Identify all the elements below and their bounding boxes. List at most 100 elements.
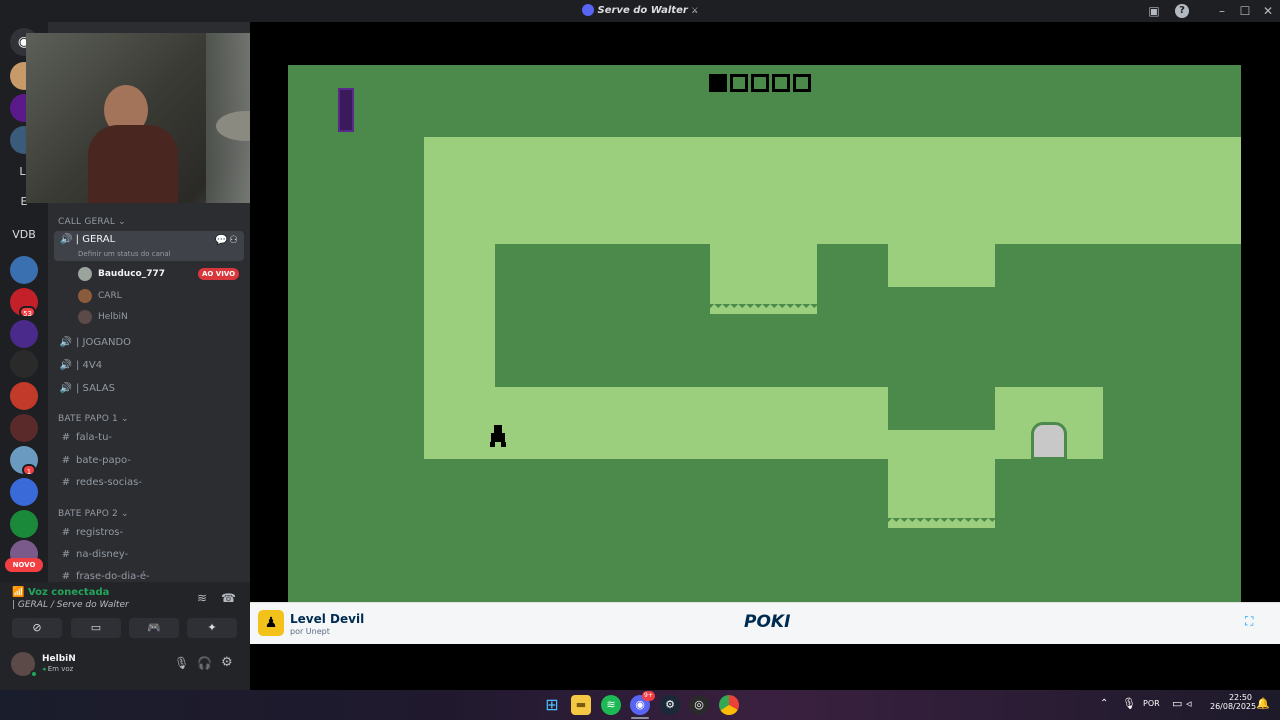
hash-icon: # xyxy=(61,432,71,443)
chat-icon[interactable]: 💬 xyxy=(215,235,227,246)
chevron-down-icon: ⌄ xyxy=(121,414,129,424)
soundboard-icon: ✦ xyxy=(207,621,217,634)
level-wall xyxy=(424,244,495,459)
screen-share-button[interactable]: ▭ xyxy=(71,618,121,638)
voice-channel-salas[interactable]: 🔊 | SALAS xyxy=(58,379,242,399)
soundwave-icon[interactable]: ≋ xyxy=(197,591,207,605)
poki-logo[interactable]: POKI xyxy=(744,612,790,632)
inbox-icon[interactable]: ▣ xyxy=(1146,3,1162,19)
server-icon[interactable]: 53 xyxy=(10,288,38,318)
server-icon[interactable]: 1 xyxy=(10,446,38,476)
voice-user[interactable]: Bauduco_777 xyxy=(78,264,165,284)
gamepad-icon: 🎮 xyxy=(147,621,161,634)
close-button[interactable]: ✕ xyxy=(1260,3,1276,19)
network-icon[interactable]: ▭ xyxy=(1172,697,1182,710)
text-channel[interactable]: # redes-socias- xyxy=(58,473,242,493)
activities-button[interactable]: 🎮 xyxy=(129,618,179,638)
headphones-icon[interactable]: 🎧 xyxy=(197,656,212,670)
language-indicator[interactable]: POR xyxy=(1143,699,1160,708)
live-badge: AO VIVO xyxy=(198,268,240,280)
hash-icon: # xyxy=(61,549,71,560)
voice-user[interactable]: HelbiN xyxy=(78,307,128,327)
level-ceiling xyxy=(424,137,1241,244)
add-member-icon[interactable]: ⚇ xyxy=(229,235,238,246)
level-indicator xyxy=(709,74,811,96)
speaker-icon: 🔊 xyxy=(59,337,73,348)
clock[interactable]: 22:50 26/08/2025 xyxy=(1210,693,1257,711)
level-floor xyxy=(495,387,888,459)
pause-button[interactable] xyxy=(338,88,354,132)
text-channel[interactable]: # bate-papo- xyxy=(58,451,242,471)
server-icon[interactable] xyxy=(10,478,38,506)
signal-icon: 📶 xyxy=(12,587,25,598)
category-call-geral[interactable]: CALL GERAL ⌄ xyxy=(58,217,126,227)
voice-channel-4v4[interactable]: 🔊 | 4V4 xyxy=(58,356,242,376)
voice-channel-jogando[interactable]: 🔊 | JOGANDO xyxy=(58,333,242,353)
volume-icon[interactable]: ◃ xyxy=(1186,697,1192,710)
fullscreen-icon[interactable]: ⛶ xyxy=(1245,614,1253,629)
spikes xyxy=(710,304,817,314)
camera-off-button[interactable]: ⊘ xyxy=(12,618,62,638)
avatar xyxy=(78,288,92,303)
avatar xyxy=(78,266,92,281)
maximize-button[interactable]: ☐ xyxy=(1237,3,1253,19)
category-bate-papo-1[interactable]: BATE PAPO 1 ⌄ xyxy=(58,414,129,424)
voice-status[interactable]: 📶 Voz conectada xyxy=(12,587,109,598)
notification-badge: 53 xyxy=(19,306,36,318)
steam-icon[interactable]: ⚙ xyxy=(660,695,680,715)
chevron-down-icon: ⌄ xyxy=(118,217,126,227)
spotify-icon[interactable]: ≋ xyxy=(601,695,621,715)
game-title[interactable]: Level Devil xyxy=(290,612,364,626)
speaker-icon: ◂ xyxy=(42,665,46,673)
server-icon[interactable] xyxy=(10,350,38,378)
file-explorer-icon[interactable]: ▬ xyxy=(571,695,591,715)
level-pit xyxy=(888,244,995,287)
soundboard-button[interactable]: ✦ xyxy=(187,618,237,638)
microphone-icon[interactable]: 🎙 xyxy=(174,656,189,670)
notification-badge: 9+ xyxy=(642,691,655,701)
server-icon[interactable] xyxy=(10,414,38,442)
settings-gear-icon[interactable]: ⚙ xyxy=(221,655,233,670)
disconnect-icon[interactable]: ☎ xyxy=(221,591,236,605)
server-text-icon[interactable]: VDB xyxy=(10,225,38,245)
new-badge: NOVO xyxy=(5,558,43,572)
player-character xyxy=(490,425,506,447)
text-channel[interactable]: # frase-do-dia-é- xyxy=(58,567,242,579)
active-app-indicator xyxy=(631,717,649,719)
text-channel[interactable]: # na-disney- xyxy=(58,545,242,565)
server-icon[interactable] xyxy=(10,510,38,538)
username[interactable]: HelbiN xyxy=(42,654,76,664)
game-canvas[interactable] xyxy=(288,65,1241,602)
obs-icon[interactable]: ◎ xyxy=(689,695,709,715)
avatar xyxy=(78,309,92,324)
voice-location[interactable]: | GERAL / Serve do Walter xyxy=(12,600,129,610)
online-status-icon xyxy=(30,670,38,678)
voice-channel-geral-label: 🔊 | GERAL xyxy=(60,234,116,245)
channel-status[interactable]: Definir um status do canal xyxy=(78,250,171,258)
spikes xyxy=(888,518,995,528)
speaker-icon: 🔊 xyxy=(59,383,73,394)
speaker-icon: 🔊 xyxy=(59,360,73,371)
server-icon[interactable] xyxy=(10,382,38,410)
game-thumbnail-icon[interactable]: ♟ xyxy=(258,610,284,636)
chevron-up-icon[interactable]: ⌃ xyxy=(1100,698,1108,709)
minimize-button[interactable]: – xyxy=(1214,3,1230,19)
screen-share-icon: ▭ xyxy=(90,621,102,634)
notification-bell-icon[interactable]: 🔔 xyxy=(1256,697,1270,710)
hash-icon: # xyxy=(61,527,71,538)
text-channel[interactable]: # fala-tu- xyxy=(58,428,242,448)
microphone-icon[interactable]: 🎙 xyxy=(1122,697,1136,710)
server-icon[interactable] xyxy=(10,320,38,348)
clock-date: 26/08/2025 xyxy=(1210,702,1257,711)
windows-start-icon[interactable]: ⊞ xyxy=(542,695,562,715)
hash-icon: # xyxy=(61,455,71,466)
sword-icon: ⚔ xyxy=(691,6,699,15)
discord-icon[interactable]: ◉ 9+ xyxy=(630,691,655,715)
help-icon[interactable]: ? xyxy=(1175,4,1189,18)
voice-user[interactable]: CARL xyxy=(78,286,122,306)
category-bate-papo-2[interactable]: BATE PAPO 2 ⌄ xyxy=(58,509,129,519)
chrome-icon[interactable] xyxy=(719,695,739,715)
server-icon[interactable] xyxy=(10,256,38,284)
camera-off-icon: ⊘ xyxy=(32,621,42,634)
text-channel[interactable]: # registros- xyxy=(58,523,242,543)
